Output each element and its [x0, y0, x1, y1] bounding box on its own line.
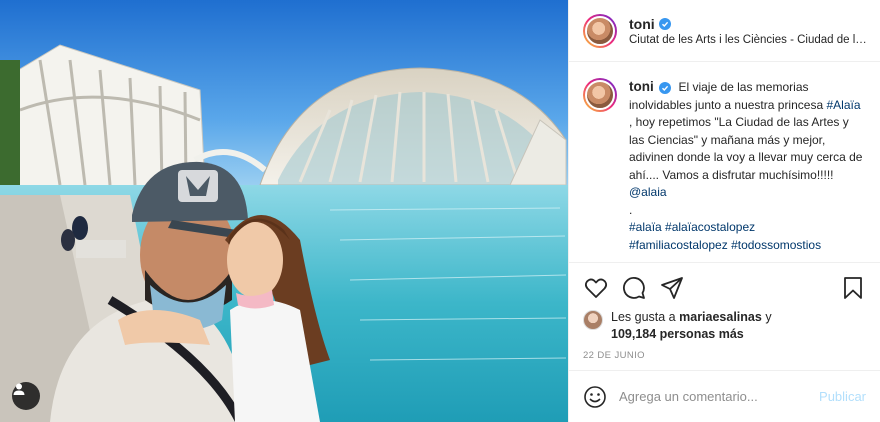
hashtag-link[interactable]: #alaïa — [629, 220, 662, 234]
share-icon — [661, 277, 683, 299]
caption-mention-link[interactable]: @alaia — [629, 185, 667, 199]
post-header: toni Ciutat de les Arts i les Ciències -… — [569, 0, 880, 62]
post-actions — [583, 275, 866, 301]
post-date[interactable]: 22 DE JUNIO — [583, 350, 645, 361]
likes-count[interactable]: 109,184 personas más — [611, 327, 744, 341]
caption-avatar[interactable] — [583, 78, 617, 112]
like-button[interactable] — [583, 275, 609, 301]
verified-icon — [659, 82, 672, 94]
likes-summary: Les gusta a mariaesalinas y 109,184 pers… — [583, 309, 772, 343]
caption-hashtag-link[interactable]: #Alaïa — [826, 98, 860, 112]
liker-avatar[interactable] — [583, 310, 603, 330]
liker-username[interactable]: mariaesalinas — [679, 310, 762, 324]
save-button[interactable] — [840, 275, 866, 301]
caption-text-1: El viaje de las memorias inolvidables ju… — [629, 80, 824, 112]
hashtag-link[interactable]: #todossomostios — [731, 238, 821, 252]
bookmark-icon — [844, 277, 862, 299]
user-tag-icon — [13, 383, 25, 395]
likes-connector: y — [765, 310, 772, 324]
author-username[interactable]: toni — [629, 16, 655, 32]
caption-text-2: , hoy repetimos "La Ciudad de las Artes … — [629, 115, 863, 182]
photo-scene — [0, 0, 568, 422]
divider — [569, 262, 880, 263]
post-photo[interactable] — [0, 0, 568, 422]
emoji-icon[interactable] — [583, 385, 607, 409]
comment-icon — [623, 277, 645, 299]
likes-prefix: Les gusta a — [611, 310, 676, 324]
comment-button[interactable] — [621, 275, 647, 301]
user-tag-button[interactable] — [12, 382, 40, 410]
caption-username[interactable]: toni — [629, 79, 654, 94]
publish-button[interactable]: Publicar — [819, 389, 866, 404]
author-avatar[interactable] — [583, 13, 617, 48]
post-side-panel: toni Ciutat de les Arts i les Ciències -… — [568, 0, 880, 422]
instagram-post: toni Ciutat de les Arts i les Ciències -… — [0, 0, 880, 422]
post-caption: toni El viaje de las memorias inolvidabl… — [569, 62, 880, 262]
share-button[interactable] — [659, 275, 685, 301]
caption-dot: . — [629, 202, 633, 217]
hashtag-link[interactable]: #alaïacostalopez — [665, 220, 755, 234]
comment-box: Publicar — [569, 370, 880, 422]
post-location[interactable]: Ciutat de les Arts i les Ciències - Ciud… — [629, 34, 869, 46]
verified-icon — [658, 17, 671, 30]
hashtag-link[interactable]: #familiacostalopez — [629, 238, 728, 252]
caption-body: toni El viaje de las memorias inolvidabl… — [629, 78, 865, 262]
comment-input[interactable] — [619, 389, 809, 404]
heart-icon — [584, 278, 608, 298]
